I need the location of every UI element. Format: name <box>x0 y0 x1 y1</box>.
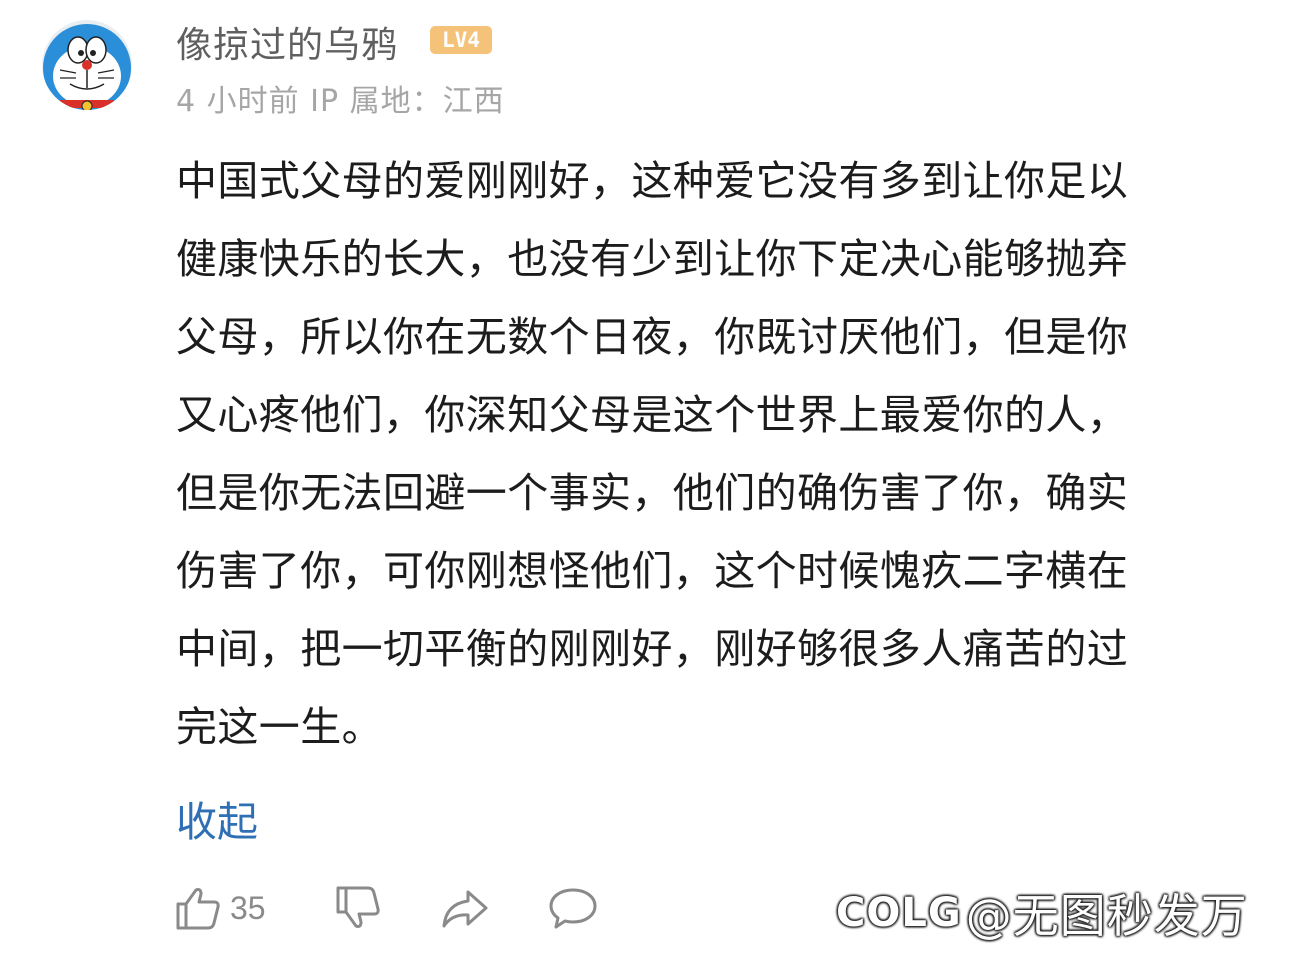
dislike-button[interactable] <box>334 880 382 936</box>
like-button[interactable]: 35 <box>174 880 266 936</box>
user-avatar[interactable] <box>42 20 132 110</box>
timestamp: 4 小时前 <box>176 84 300 119</box>
comment-line: 但是你无法回避一个事实，他们的确伤害了你，确实 <box>176 469 1129 517</box>
comment-line: 父母，所以你在无数个日夜，你既讨厌他们，但是你 <box>176 313 1129 361</box>
level-badge: LV4 <box>430 26 492 54</box>
comment-line: 伤害了你，可你刚想怪他们，这个时候愧疚二字横在 <box>176 547 1129 595</box>
comment-line: 中国式父母的爱刚刚好，这种爱它没有多到让你足以 <box>176 157 1129 205</box>
comment-line: 中间，把一切平衡的刚刚好，刚好够很多人痛苦的过 <box>176 625 1129 673</box>
doraemon-avatar-image <box>43 24 131 110</box>
ip-location: IP 属地：江西 <box>310 84 505 119</box>
thumbs-down-icon <box>336 886 380 928</box>
comment-meta: 4 小时前 IP 属地：江西 <box>176 76 505 120</box>
share-button[interactable] <box>440 880 490 936</box>
comment-line: 健康快乐的长大，也没有少到让你下定决心能够抛弃 <box>176 235 1129 283</box>
like-count: 35 <box>230 889 266 926</box>
comment-body: 中国式父母的爱刚刚好，这种爱它没有多到让你足以 健康快乐的长大，也没有少到让你下… <box>176 142 1246 766</box>
username[interactable]: 像掠过的乌鸦 <box>176 16 398 68</box>
watermark: COLG @无图秒发万 <box>836 880 1248 946</box>
comment-line: 又心疼他们，你深知父母是这个世界上最爱你的人， <box>176 391 1129 439</box>
watermark-logo: COLG <box>836 890 962 936</box>
watermark-text: @无图秒发万 <box>965 889 1248 943</box>
collapse-link[interactable]: 收起 <box>176 788 258 848</box>
share-icon <box>442 890 488 928</box>
thumbs-up-icon <box>176 888 220 930</box>
comment-bubble-icon <box>549 888 597 929</box>
reply-button[interactable] <box>548 880 598 936</box>
comment-line: 完这一生。 <box>176 703 383 751</box>
